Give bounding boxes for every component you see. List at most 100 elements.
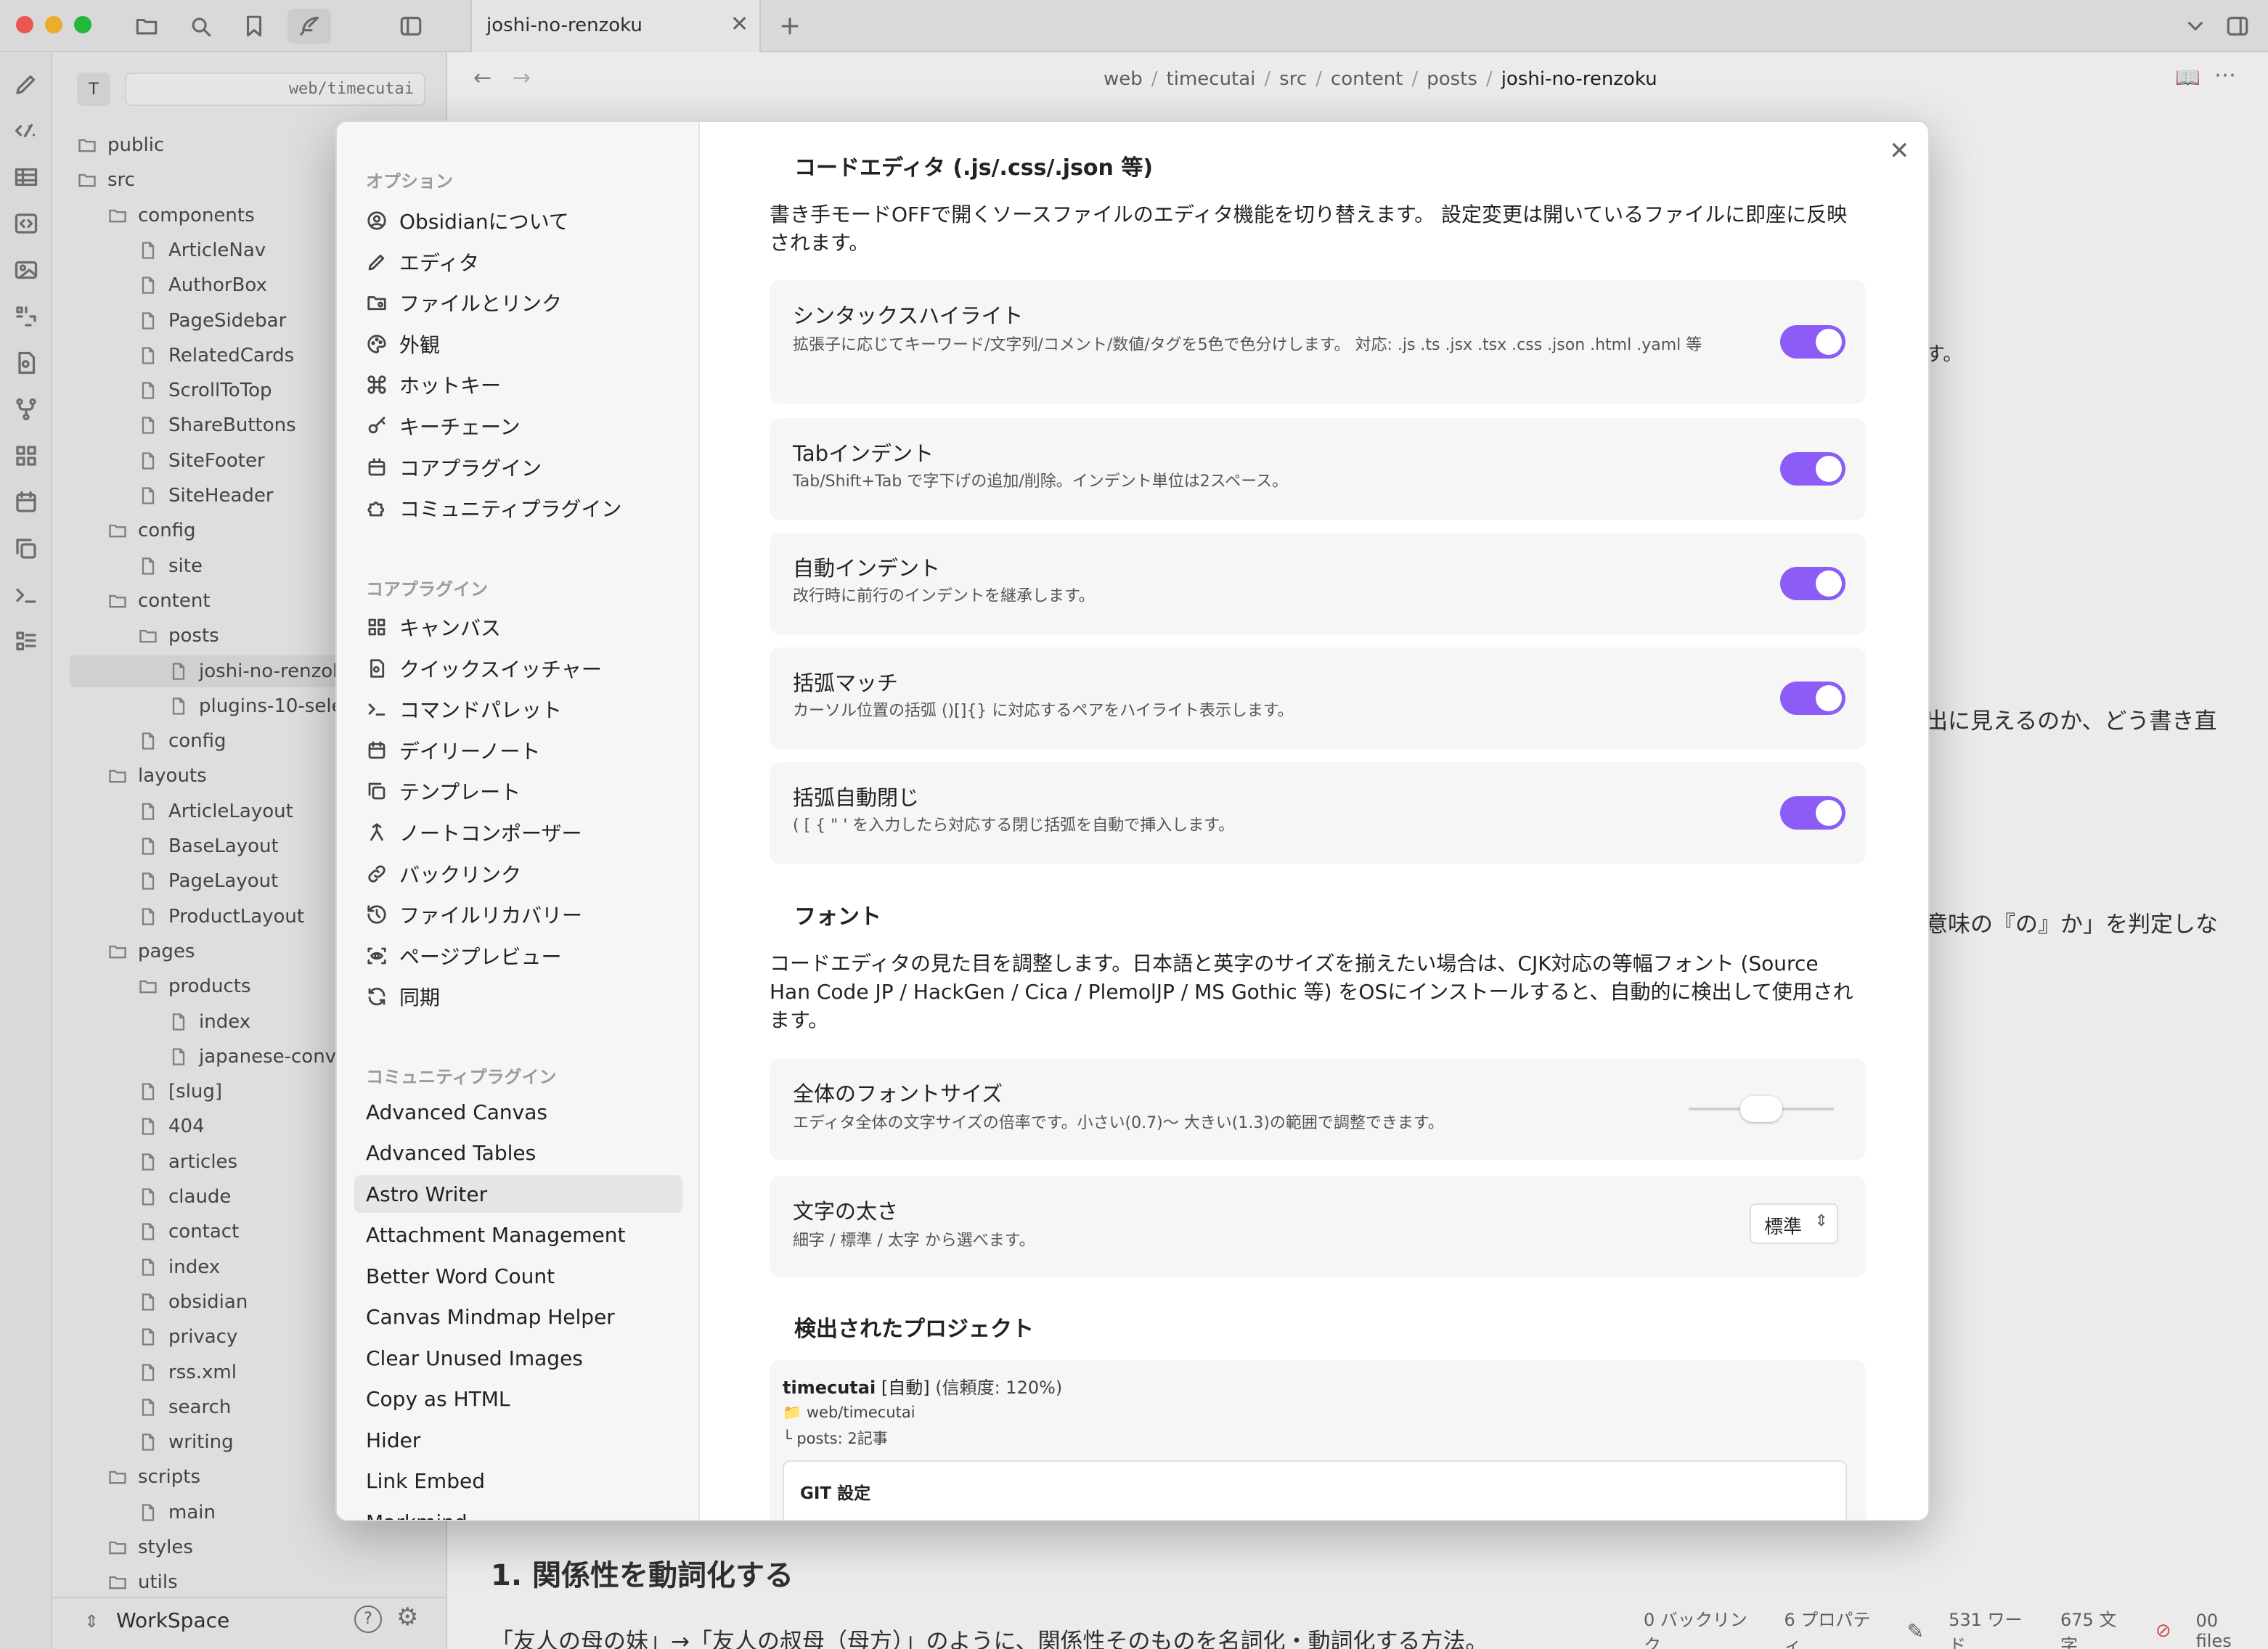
settings-nav-item[interactable]: キャンバス: [354, 608, 682, 646]
settings-nav-label: ファイルリカバリー: [399, 904, 583, 928]
community-plugin-item[interactable]: Advanced Canvas: [354, 1093, 682, 1131]
settings-nav-label: コミュニティプラグイン: [399, 497, 622, 522]
setting-font-weight: 文字の太さ 細字 / 標準 / 太字 から選べます。 標準 ⇕: [770, 1176, 1866, 1277]
font-weight-value: 標準: [1764, 1216, 1803, 1238]
community-plugin-item[interactable]: Better Word Count: [354, 1257, 682, 1295]
select-chevron-icon: ⇕: [1814, 1212, 1828, 1230]
setting-font-size: 全体のフォントサイズ エディタ全体の文字サイズの倍率です。小さい(0.7)〜 大…: [770, 1058, 1866, 1160]
settings-nav-item[interactable]: ページプレビュー: [354, 937, 682, 975]
setting-desc: Tab/Shift+Tab で字下げの追加/削除。インデント単位は2スペース。: [793, 472, 1289, 491]
folder-cog-icon: [366, 292, 399, 314]
project-path: web/timecutai: [806, 1404, 915, 1421]
setting-desc: 拡張子に応じてキーワード/文字列/コメント/数値/タグを5色で色分けします。 対…: [793, 336, 1702, 354]
toggle-switch[interactable]: [1780, 796, 1845, 830]
community-plugin-item[interactable]: Copy as HTML: [354, 1380, 682, 1418]
setting-name: 括弧自動閉じ: [793, 785, 920, 810]
settings-nav-item[interactable]: 外観: [354, 325, 682, 363]
settings-nav-label: クイックスイッチャー: [399, 657, 602, 682]
project-card: timecutai [自動] (信頼度: 120%) 📁 web/timecut…: [770, 1360, 1866, 1520]
settings-modal: オプション Obsidianについて エディタ ファイルとリンク 外観 ホットキー キーチ…: [335, 120, 1930, 1521]
git-settings-title: GIT 設定: [800, 1484, 871, 1503]
file-search-icon: [366, 658, 399, 679]
settings-nav-item[interactable]: 同期: [354, 978, 682, 1015]
settings-nav-label: Obsidianについて: [399, 210, 569, 234]
setting-toggle-row: 自動インデント 改行時に前行のインデントを継承します。: [770, 533, 1866, 634]
toggle-switch[interactable]: [1780, 567, 1845, 600]
toggle-switch[interactable]: [1780, 682, 1845, 715]
toggle-switch[interactable]: [1780, 452, 1845, 486]
settings-nav-label: ホットキー: [399, 374, 502, 398]
scan-eye-icon: [366, 945, 399, 967]
project-path-row: 📁 web/timecutai: [783, 1404, 915, 1422]
settings-nav-item[interactable]: エディタ: [354, 243, 682, 281]
puzzle-icon: [366, 497, 399, 519]
setting-name: 文字の太さ: [793, 1199, 899, 1224]
settings-nav-label: デイリーノート: [399, 739, 541, 764]
link-icon: [366, 863, 399, 885]
community-plugin-item[interactable]: Astro Writer: [354, 1175, 682, 1213]
settings-nav-item[interactable]: コマンドパレット: [354, 690, 682, 728]
calendar-icon: [366, 740, 399, 761]
section-title-font: フォント: [794, 904, 881, 930]
git-settings-box: GIT 設定: [783, 1460, 1847, 1520]
setting-toggle-row: 括弧自動閉じ ( [ { " ' を入力したら対応する閉じ括弧を自動で挿入します。: [770, 762, 1866, 864]
setting-name: シンタックスハイライト: [793, 303, 1024, 328]
section-title-projects: 検出されたプロジェクト: [794, 1317, 1034, 1342]
settings-nav-label: ノートコンポーザー: [399, 822, 582, 846]
settings-nav-item[interactable]: テンプレート: [354, 772, 682, 810]
setting-desc: 細字 / 標準 / 太字 から選べます。: [793, 1232, 1035, 1250]
layout-grid-icon: [366, 616, 399, 638]
setting-name: 全体のフォントサイズ: [793, 1081, 1003, 1106]
setting-desc: 改行時に前行のインデントを継承します。: [793, 587, 1095, 605]
font-size-slider[interactable]: [1689, 1096, 1834, 1122]
community-plugin-item[interactable]: Link Embed: [354, 1462, 682, 1500]
project-posts: └ posts: 2記事: [783, 1430, 888, 1447]
settings-nav-item[interactable]: コアプラグイン: [354, 449, 682, 486]
font-weight-select[interactable]: 標準 ⇕: [1750, 1203, 1838, 1244]
settings-nav-item[interactable]: デイリーノート: [354, 732, 682, 769]
settings-nav-label: コマンドパレット: [399, 698, 563, 723]
settings-nav-label: ページプレビュー: [399, 944, 562, 969]
settings-nav-item[interactable]: キーチェーン: [354, 407, 682, 445]
setting-name: 括弧マッチ: [793, 671, 899, 695]
user-circle-icon: [366, 210, 399, 232]
setting-toggle-row: シンタックスハイライト拡張子に応じてキーワード/文字列/コメント/数値/タグを5…: [770, 280, 1866, 404]
community-plugin-item[interactable]: Attachment Management: [354, 1216, 682, 1254]
community-plugin-item[interactable]: Canvas Mindmap Helper: [354, 1298, 682, 1336]
settings-nav-item[interactable]: クイックスイッチャー: [354, 650, 682, 687]
pencil-icon: [366, 251, 399, 273]
community-plugin-item[interactable]: Markmind: [354, 1503, 682, 1521]
settings-nav-item[interactable]: ファイルリカバリー: [354, 896, 682, 933]
settings-nav-item[interactable]: コミュニティプラグイン: [354, 489, 682, 527]
nav-header-core: コアプラグイン: [366, 579, 488, 600]
settings-nav-item[interactable]: バックリンク: [354, 855, 682, 893]
community-plugin-item[interactable]: Clear Unused Images: [354, 1339, 682, 1377]
key-icon: [366, 415, 399, 437]
settings-nav-item[interactable]: ホットキー: [354, 366, 682, 404]
close-icon[interactable]: ✕: [1889, 136, 1910, 165]
settings-nav: オプション Obsidianについて エディタ ファイルとリンク 外観 ホットキー キーチ…: [337, 122, 700, 1521]
settings-nav-label: キャンバス: [399, 616, 502, 640]
project-tag: [自動]: [881, 1378, 930, 1398]
setting-toggle-row: 括弧マッチカーソル位置の括弧 ()[]{} に対応するペアをハイライト表示します…: [770, 647, 1866, 749]
setting-desc: ( [ { " ' を入力したら対応する閉じ括弧を自動で挿入します。: [793, 817, 1235, 835]
settings-nav-label: バックリンク: [399, 862, 522, 887]
settings-nav-label: 外観: [399, 332, 441, 357]
refresh-icon: [366, 986, 399, 1007]
settings-nav-item[interactable]: ファイルとリンク: [354, 284, 682, 322]
merge-icon: [366, 822, 399, 843]
settings-nav-label: テンプレート: [399, 780, 521, 805]
command-icon: [366, 374, 399, 396]
community-plugin-item[interactable]: Hider: [354, 1421, 682, 1459]
settings-nav-item[interactable]: Obsidianについて: [354, 202, 682, 240]
toggle-switch[interactable]: [1780, 325, 1845, 359]
slider-thumb[interactable]: [1740, 1096, 1782, 1122]
setting-desc: カーソル位置の括弧 ()[]{} に対応するペアをハイライト表示します。: [793, 702, 1294, 720]
section-desc-font: コードエディタの見た目を調整します。日本語と英字のサイズを揃えたい場合は、CJK…: [770, 952, 1853, 1032]
nav-header-community: コミュニティプラグイン: [366, 1067, 557, 1087]
setting-name: Tabインデント: [793, 441, 934, 466]
settings-nav-item[interactable]: ノートコンポーザー: [354, 814, 682, 851]
section-title-code-editor: コードエディタ (.js/.css/.json 等): [794, 155, 1154, 181]
community-plugin-item[interactable]: Advanced Tables: [354, 1134, 682, 1172]
settings-nav-label: キーチェーン: [399, 415, 521, 439]
